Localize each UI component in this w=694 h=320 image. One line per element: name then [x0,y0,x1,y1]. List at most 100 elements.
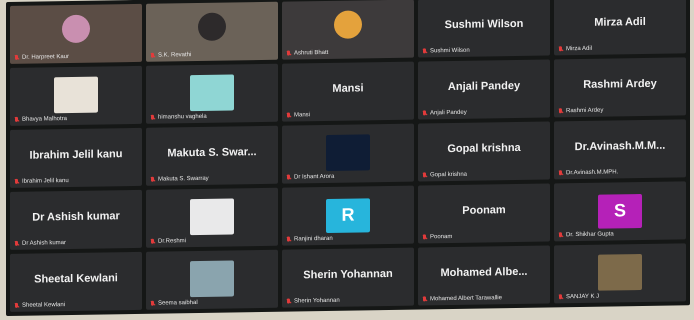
participant-display-name: Makuta S. Swar... [167,145,257,160]
participant-tile[interactable]: S.K. Revathi [146,1,278,62]
participant-tile[interactable]: R Ranjini dharan [282,185,414,246]
muted-mic-icon [14,241,20,247]
participant-name: Dr. Harpreet Kaur [22,54,70,61]
muted-mic-icon [558,170,564,176]
participant-tile[interactable]: Mohamed Albe... Mohamed Albert Tarawallie [418,245,550,306]
participant-tile[interactable]: Sherin Yohannan Sherin Yohannan [282,247,414,308]
participant-label: Mohamed Albert Tarawallie [422,295,502,302]
participant-display-name: Ibrahim Jelil kanu [29,147,123,162]
muted-mic-icon [558,294,564,300]
participant-tile[interactable]: Anjali Pandey Anjali Pandey [418,59,550,120]
muted-mic-icon [150,53,156,59]
participant-display-name: Rashmi Ardey [583,77,657,91]
participant-name: Rashmi Ardey [566,107,604,115]
participant-name: Seema saibhal [158,299,198,307]
participant-label: Gopal krishna [422,172,467,179]
participant-name: Dr.Avinash.M.MPH. [566,169,619,177]
participant-label: Sherin Yohannan [286,298,340,305]
profile-photo [190,74,234,112]
participant-name: Dr Ishant Arora [294,173,335,181]
participant-tile[interactable]: Dr.Avinash.M.M... Dr.Avinash.M.MPH. [554,119,686,180]
participant-display-name: Mansi [332,82,364,95]
participant-name: Sushmi Wilson [430,47,470,55]
participant-display-name: Sherin Yohannan [303,267,393,282]
participant-label: himanshu vaghela [150,114,207,121]
participant-display-name: Dr Ashish kumar [32,209,120,224]
muted-mic-icon [422,296,428,302]
participant-label: Sheetal Kewlani [14,302,65,309]
muted-mic-icon [14,303,20,309]
muted-mic-icon [286,175,292,181]
participant-tile[interactable]: Rashmi Ardey Rashmi Ardey [554,57,686,118]
participant-label: Ibrahim Jelil kanu [14,178,69,185]
muted-mic-icon [422,172,428,178]
participant-tile[interactable]: Bhavya Malhotra [10,65,142,126]
participant-label: Rashmi Ardey [558,108,603,115]
participant-name: Sherin Yohannan [294,297,340,305]
participant-label: Bhavya Malhotra [14,116,67,123]
participant-tile[interactable]: Dr Ashish kumar Dr Ashish kumar [10,189,142,250]
participant-grid: Dr. Harpreet Kaur S.K. Revathi Ashruti Bha… [10,0,686,312]
participant-name: Mirza Adil [566,45,593,53]
participant-name: Mohamed Albert Tarawallie [430,295,502,303]
participant-tile[interactable]: Ibrahim Jelil kanu Ibrahim Jelil kanu [10,127,142,188]
participant-tile[interactable]: Makuta S. Swar... Makuta S. Swarray [146,125,278,186]
participant-tile[interactable]: S Dr. Shikhar Gupta [554,181,686,242]
participant-tile[interactable]: Sheetal Kewlani Sheetal Kewlani [10,251,142,312]
participant-label: Poonam [422,234,452,240]
participant-label: Dr. Harpreet Kaur [14,54,69,61]
muted-mic-icon [422,48,428,54]
participant-display-name: Poonam [462,203,506,217]
participant-label: Dr Ishant Arora [286,174,334,181]
participant-tile[interactable]: Mansi Mansi [282,61,414,122]
participant-name: Makuta S. Swarray [158,175,209,183]
muted-mic-icon [558,232,564,238]
participant-video [334,10,362,40]
participant-display-name: Sheetal Kewlani [34,271,118,286]
muted-mic-icon [286,113,292,119]
participant-tile[interactable]: Dr Ishant Arora [282,123,414,184]
muted-mic-icon [150,177,156,183]
participant-name: himanshu vaghela [158,113,207,121]
participant-name: Bhavya Malhotra [22,116,68,123]
muted-mic-icon [558,46,564,52]
avatar: S [598,193,642,229]
participant-tile[interactable]: Mirza Adil Mirza Adil [554,0,686,56]
participant-tile[interactable]: himanshu vaghela [146,63,278,124]
participant-label: SANJAY K J [558,294,599,301]
muted-mic-icon [558,108,564,114]
participant-label: Makuta S. Swarray [150,176,209,183]
participant-label: Sushmi Wilson [422,48,470,55]
muted-mic-icon [150,239,156,245]
participant-tile[interactable]: Seema saibhal [146,249,278,310]
participant-tile[interactable]: Ashruti Bhatt [282,0,414,60]
participant-label: Dr.Avinash.M.MPH. [558,169,618,176]
participant-tile[interactable]: Poonam Poonam [418,183,550,244]
profile-photo [598,254,642,292]
participant-name: S.K. Revathi [158,52,192,59]
muted-mic-icon [286,51,292,57]
participant-label: Mirza Adil [558,46,592,53]
participant-video [198,12,226,42]
muted-mic-icon [150,301,156,307]
participant-tile[interactable]: Gopal krishna Gopal krishna [418,121,550,182]
muted-mic-icon [286,237,292,243]
participant-display-name: Mohamed Albe... [440,265,528,279]
participant-video [62,15,90,44]
participant-name: Ranjini dharan [294,235,333,243]
participant-tile[interactable]: SANJAY K J [554,243,686,304]
participant-tile[interactable]: Sushmi Wilson Sushmi Wilson [418,0,550,58]
muted-mic-icon [14,117,20,123]
participant-tile[interactable]: Dr. Harpreet Kaur [10,3,142,64]
participant-tile[interactable]: Dr.Reshmi [146,187,278,248]
muted-mic-icon [422,110,428,116]
meeting-window: Dr. Harpreet Kaur S.K. Revathi Ashruti Bha… [6,0,690,316]
muted-mic-icon [14,179,20,185]
profile-photo [54,76,98,114]
muted-mic-icon [14,55,20,61]
participant-name: SANJAY K J [566,293,600,301]
participant-display-name: Dr.Avinash.M.M... [574,139,666,153]
participant-display-name: Sushmi Wilson [444,17,524,31]
participant-label: Dr.Reshmi [150,238,186,245]
muted-mic-icon [286,299,292,305]
